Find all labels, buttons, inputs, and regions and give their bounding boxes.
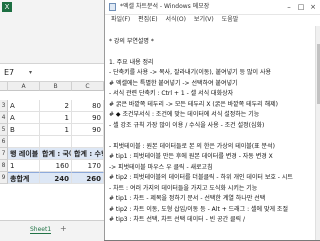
minimize-button[interactable]: – <box>283 1 295 13</box>
vertical-scrollbar[interactable] <box>315 26 320 240</box>
excel-logo-icon: X <box>2 2 12 12</box>
formula-bar: E7 ▾ <box>0 64 104 82</box>
text-line <box>109 26 315 37</box>
row-header[interactable]: 3 <box>0 100 8 112</box>
text-line: * 강의 부연설명 * <box>109 37 154 45</box>
notepad-icon <box>109 3 116 11</box>
menu-file[interactable]: 파일(F) <box>111 15 130 25</box>
notepad-menu-bar: 파일(F) 편집(E) 서식(O) 보기(V) 도움말 <box>105 15 320 25</box>
cell[interactable]: 1 <box>40 124 72 136</box>
excel-ribbon: X <box>0 0 104 64</box>
row-header[interactable]: 4 <box>0 112 8 124</box>
row-header[interactable]: 7 <box>0 148 8 160</box>
text-line: # tip1 : 차트 - 제목을 정하기 문서 - 선택한 계열 하나만 선택 <box>109 195 266 202</box>
column-header-b[interactable]: B <box>40 82 72 91</box>
pivot-grand-total[interactable]: 240 <box>40 172 72 184</box>
pivot-row[interactable]: 160 <box>40 160 72 172</box>
pivot-row[interactable]: 1 <box>8 160 40 172</box>
maximize-button[interactable]: □ <box>295 1 307 13</box>
name-box[interactable]: E7 <box>4 67 28 78</box>
notepad-window: *엑셀 차트분석 - Windows 메모장 – □ × 파일(F) 편집(E)… <box>104 0 320 240</box>
cell[interactable]: B <box>8 124 40 136</box>
cell[interactable]: 1 <box>40 112 72 124</box>
sheet-tab[interactable]: Sheet1 <box>30 226 52 234</box>
cell[interactable] <box>40 136 72 148</box>
add-sheet-icon[interactable]: + <box>60 224 67 233</box>
text-line: # 굵은 바깥쪽 테두리 -> 모든 테두리 X (굵은 바깥쪽 테두리 해제) <box>109 100 278 108</box>
pivot-row-labels-header[interactable]: 행 레이블 ▼ <box>8 148 40 160</box>
pivot-grand-total[interactable]: 총합계 <box>8 172 40 184</box>
pivot-grand-total[interactable]: 260 <box>72 172 104 184</box>
window-title: *엑셀 차트분석 - Windows 메모장 <box>120 3 210 10</box>
cell[interactable]: A <box>8 112 40 124</box>
text-line: # ◆ 조건부서식 : 조건에 맞는 데이터에 서식 설정하는 기능 <box>109 111 260 118</box>
sheet-tab-bar: Sheet1 + <box>0 220 104 241</box>
text-line: # tip1 : 피벗테이블 만든 후에 원본 데이터를 변경 - 자동 변경 … <box>109 153 273 160</box>
text-line: 1. 주요 내용 정리 <box>109 58 154 66</box>
cell[interactable]: 90 <box>72 124 104 136</box>
cell[interactable] <box>72 136 104 148</box>
text-line: - 차트 : 여러 가지의 데이터들을 가지고 도식화 시키는 기능 <box>109 184 258 192</box>
menu-view[interactable]: 보기(V) <box>194 15 214 25</box>
pivot-sum-math-header[interactable]: 합계 : 수학 <box>72 148 104 160</box>
notepad-title-bar: *엑셀 차트분석 - Windows 메모장 – □ × <box>105 0 320 15</box>
text-line: # 엑셀에는 특별한 붙여넣기 -> 선택하여 붙여넣기 <box>109 79 238 87</box>
chevron-down-icon[interactable]: ▾ <box>29 67 32 78</box>
cell[interactable]: A <box>8 100 40 112</box>
close-button[interactable]: × <box>307 1 319 13</box>
row-header[interactable]: 9 <box>0 172 8 184</box>
text-line: - 셀 강조 규칙 가장 많이 이용 / 수식을 사용 - 조건 설정(심화) <box>109 121 265 129</box>
cell[interactable]: 2 <box>40 100 72 112</box>
text-line: - 단축키를 사용 -> 복사, 잘라내기(이동), 붙여넣기 등 많이 사용 <box>109 69 271 76</box>
row-header[interactable]: 5 <box>0 124 8 136</box>
text-line: # tip2 : 피벗테이블의 데이터를 더블클릭 - 하위 개인 데이터 보호… <box>109 174 293 181</box>
excel-window: X E7 ▾ A B C 3 4 5 6 7 8 9 A 2 80 A 1 90… <box>0 0 104 241</box>
cell[interactable]: 80 <box>72 100 104 112</box>
text-line: -> 피벗테이블 마우스 우 클릭 - 새로고침 <box>109 163 213 171</box>
row-header[interactable]: 8 <box>0 160 8 172</box>
pivot-sum-korean-header[interactable]: 합계 : 국어 <box>40 148 72 160</box>
select-all-corner[interactable] <box>0 82 8 91</box>
cell[interactable]: 90 <box>72 112 104 124</box>
cell[interactable] <box>8 136 40 148</box>
column-header-c[interactable]: C <box>72 82 104 91</box>
text-line: - 피벗테이블 : 원본 데이터들로 본 의 한은 가상의 테이블(표 분석) <box>109 142 275 150</box>
column-header-a[interactable]: A <box>8 82 40 91</box>
text-line: # tip3 : 차트 선택, 차트 선택 데이터 - 빈 공간 클릭 / <box>109 216 245 223</box>
text-line <box>109 47 315 58</box>
text-line: - 서식 관련 단축키 : Ctrl + 1 - 셀 서식 대화상자 <box>109 90 234 97</box>
menu-edit[interactable]: 편집(E) <box>138 15 158 25</box>
text-line <box>109 131 315 142</box>
pivot-row[interactable]: 170 <box>72 160 104 172</box>
text-line: # tip2 : 차트 이동, 도형 삽입/이동 등 - Alt + 드래그 :… <box>109 205 288 213</box>
menu-help[interactable]: 도움말 <box>222 15 239 25</box>
notepad-text-area[interactable]: * 강의 부연설명 * 1. 주요 내용 정리 - 단축키를 사용 -> 복사,… <box>105 26 315 240</box>
menu-format[interactable]: 서식(O) <box>166 15 186 25</box>
row-header[interactable]: 6 <box>0 136 8 148</box>
